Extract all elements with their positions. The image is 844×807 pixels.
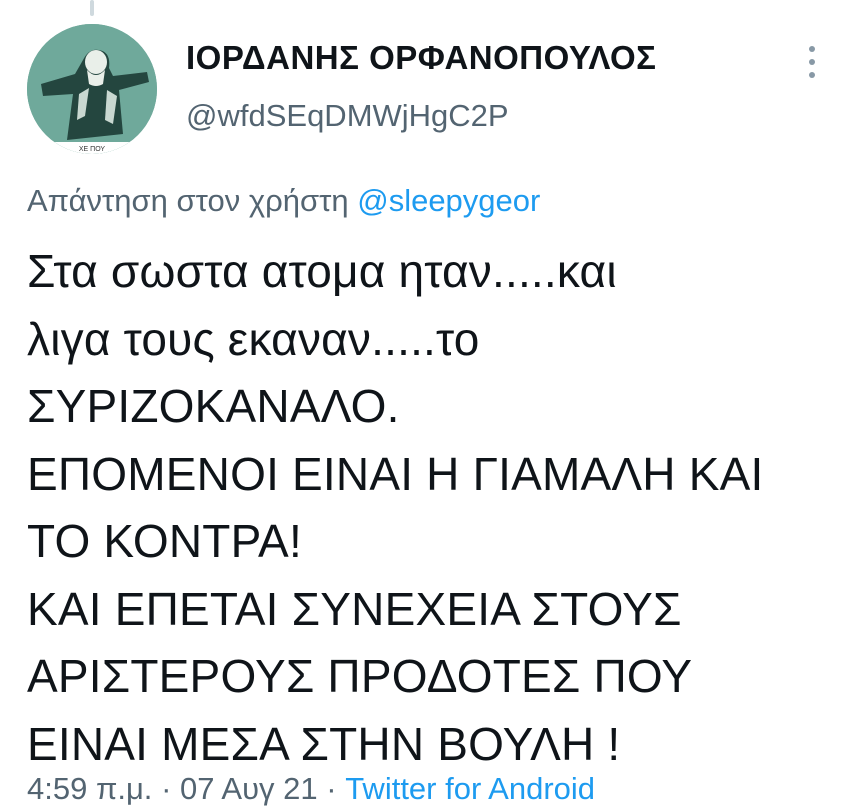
- user-handle[interactable]: @wfdSEqDMWjHgC2P: [186, 98, 509, 134]
- avatar-caption: ΧΕ ΠΟΥ: [79, 146, 106, 153]
- more-vertical-icon-dot: [809, 72, 815, 78]
- reply-mention-link[interactable]: @sleepygeor: [357, 183, 540, 218]
- more-options-button[interactable]: [794, 40, 830, 84]
- tweet-time[interactable]: 4:59 π.μ.: [27, 771, 152, 806]
- thread-connector-line: [90, 0, 94, 16]
- avatar-image: ΧΕ ΠΟΥ: [27, 24, 157, 154]
- reply-prefix: Απάντηση στον χρήστη: [27, 183, 349, 218]
- more-vertical-icon-dot: [809, 59, 815, 65]
- more-vertical-icon: [809, 46, 815, 52]
- reply-context: Απάντηση στον χρήστη @sleepygeor: [27, 183, 540, 219]
- avatar[interactable]: ΧΕ ΠΟΥ: [27, 24, 157, 154]
- display-name[interactable]: ΙΟΡΔΑΝΗΣ ΟΡΦΑΝΟΠΟΥΛΟΣ: [186, 39, 657, 77]
- tweet-text: Στα σωστα ατομα ηταν.....και λιγα τους ε…: [27, 245, 764, 770]
- meta-separator: ·: [161, 771, 172, 806]
- tweet-metadata: 4:59 π.μ. · 07 Αυγ 21 · Twitter for Andr…: [27, 771, 595, 807]
- tweet-source-link[interactable]: Twitter for Android: [345, 771, 595, 806]
- meta-separator: ·: [326, 771, 337, 806]
- tweet-date[interactable]: 07 Αυγ 21: [180, 771, 318, 806]
